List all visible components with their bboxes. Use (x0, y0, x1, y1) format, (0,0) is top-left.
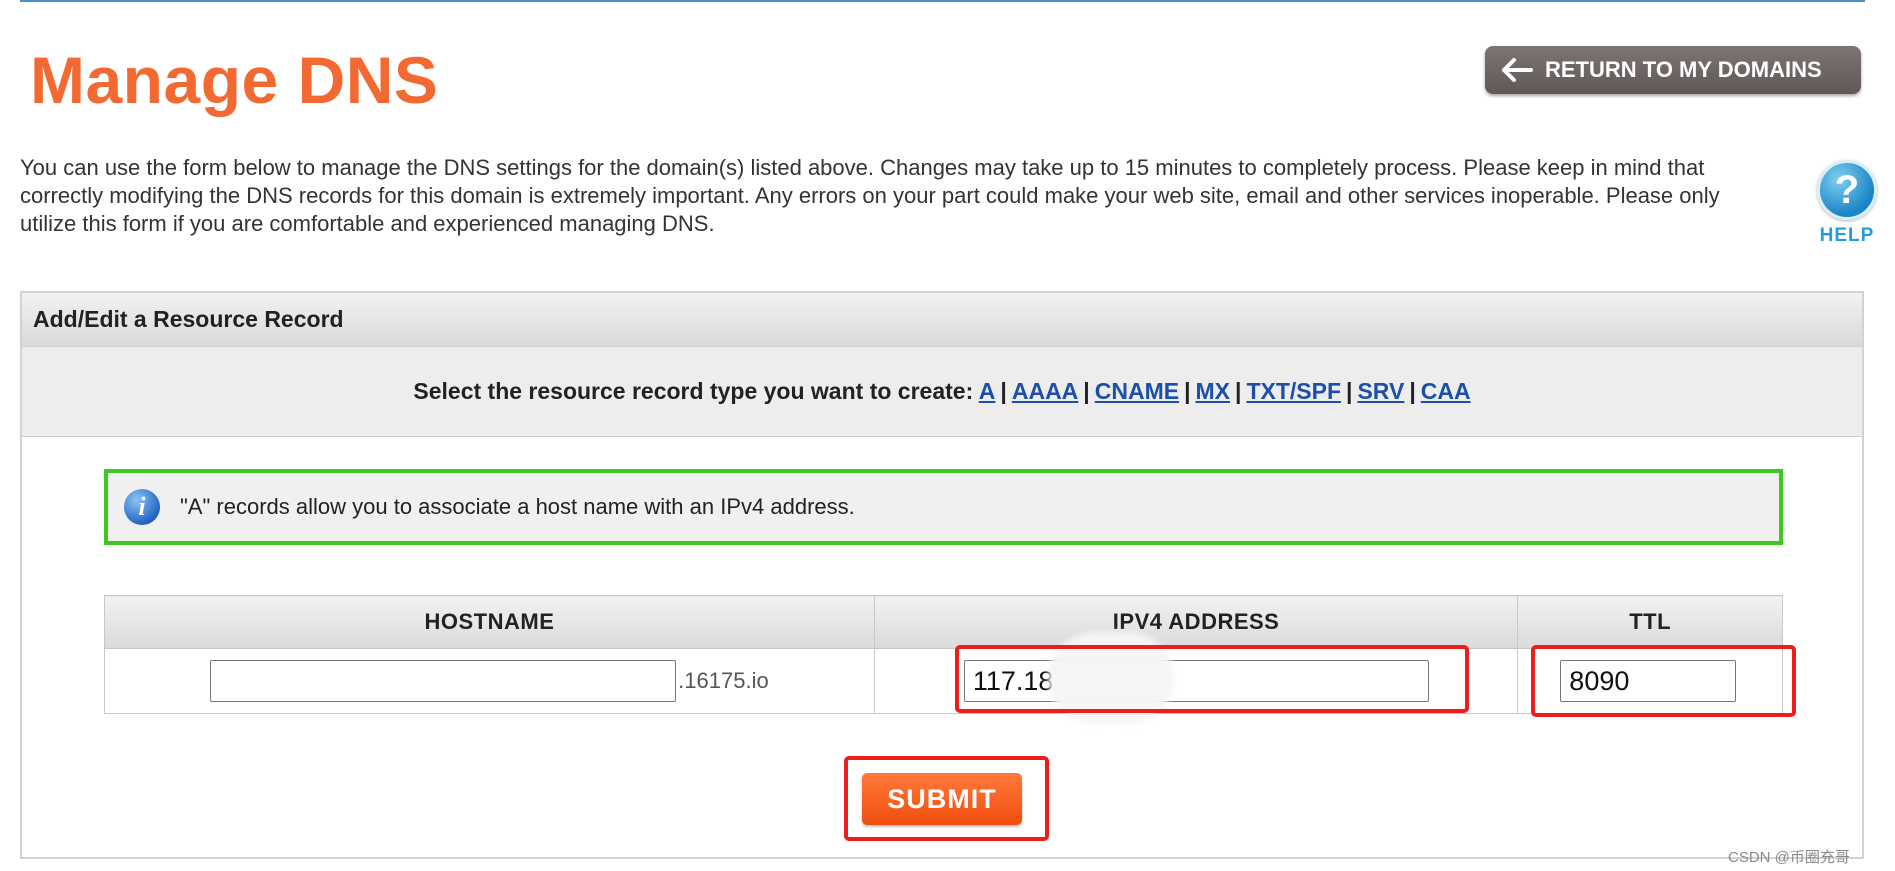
help-link[interactable]: ? HELP (1814, 160, 1880, 247)
hostname-input[interactable] (210, 660, 677, 702)
type-link-mx[interactable]: MX (1196, 378, 1231, 404)
separator: | (1235, 378, 1242, 404)
hostname-header: HOSTNAME (104, 595, 875, 649)
separator: | (1000, 378, 1007, 404)
help-label: HELP (1819, 225, 1875, 246)
redaction-blur (1048, 632, 1174, 724)
type-link-aaaa[interactable]: AAAA (1012, 378, 1078, 404)
info-text: "A" records allow you to associate a hos… (180, 494, 855, 519)
type-link-txt-spf[interactable]: TXT/SPF (1246, 378, 1341, 404)
info-icon: i (124, 489, 160, 525)
info-message: i "A" records allow you to associate a h… (104, 469, 1783, 545)
separator: | (1409, 378, 1416, 404)
record-type-selector: Select the resource record type you want… (22, 347, 1862, 437)
record-table: HOSTNAME IPV4 ADDRESS TTL .16175.io (104, 595, 1783, 714)
type-link-cname[interactable]: CNAME (1095, 378, 1179, 404)
return-button-label: RETURN TO MY DOMAINS (1545, 57, 1822, 82)
table-header-row: HOSTNAME IPV4 ADDRESS TTL (104, 595, 1783, 649)
ttl-header: TTL (1517, 595, 1783, 649)
hostname-cell: .16175.io (104, 648, 875, 714)
intro-text: You can use the form below to manage the… (20, 155, 1720, 236)
arrow-left-icon (1489, 46, 1545, 94)
type-link-a[interactable]: A (979, 378, 996, 404)
separator: | (1346, 378, 1353, 404)
help-icon: ? (1817, 160, 1877, 220)
panel-header: Add/Edit a Resource Record (22, 293, 1862, 347)
domain-suffix: .16175.io (678, 668, 769, 693)
table-row: .16175.io (104, 648, 1783, 714)
ttl-cell (1517, 648, 1783, 714)
top-divider (20, 0, 1865, 2)
ttl-input[interactable] (1560, 660, 1737, 702)
page-title: Manage DNS (30, 43, 439, 117)
ipv4-cell (874, 648, 1519, 714)
type-link-srv[interactable]: SRV (1357, 378, 1404, 404)
return-to-domains-button[interactable]: RETURN TO MY DOMAINS (1485, 46, 1861, 94)
separator: | (1184, 378, 1191, 404)
type-prompt: Select the resource record type you want… (413, 378, 974, 404)
separator: | (1083, 378, 1090, 404)
ipv4-address-input[interactable] (963, 660, 1429, 702)
ipv4-address-header: IPV4 ADDRESS (874, 595, 1519, 649)
watermark: CSDN @币圈充哥 (1728, 849, 1850, 866)
submit-button[interactable]: SUBMIT (862, 773, 1022, 825)
type-link-caa[interactable]: CAA (1421, 378, 1471, 404)
